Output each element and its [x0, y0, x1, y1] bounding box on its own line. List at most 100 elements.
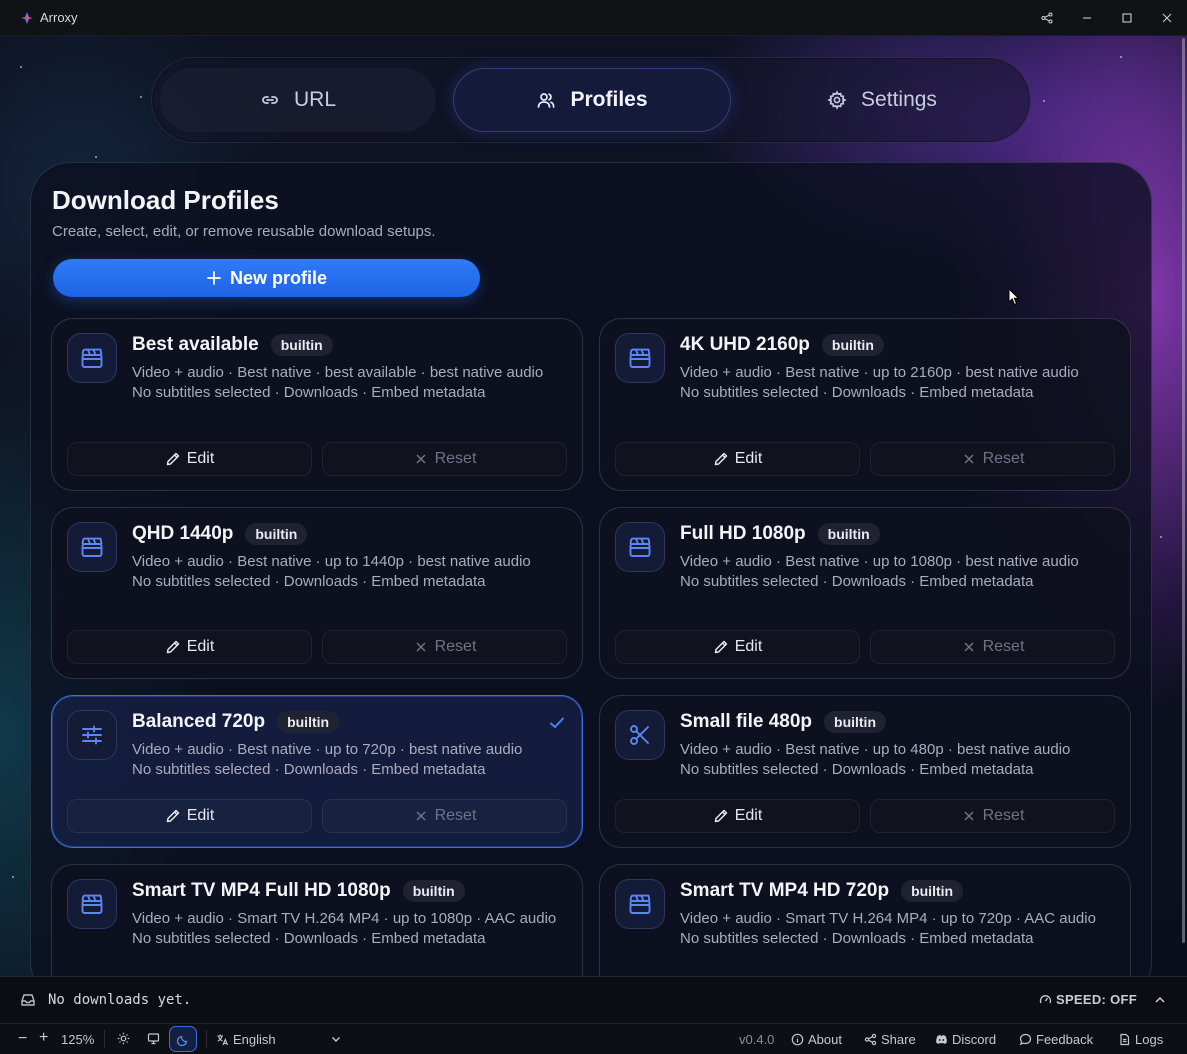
profile-description: Video + audio · Best native · up to 480p… [680, 740, 1110, 780]
profile-description: Video + audio · Best native · up to 1080… [680, 552, 1110, 592]
discord-link[interactable]: Discord [935, 1032, 996, 1047]
maximize-button[interactable] [1107, 0, 1147, 36]
clapperboard-icon [67, 333, 117, 383]
app-title: Arroxy [40, 10, 78, 25]
edit-button[interactable]: Edit [67, 630, 312, 664]
profile-options-line: No subtitles selected · Downloads · Embe… [132, 384, 486, 401]
profile-options-line: No subtitles selected · Downloads · Embe… [132, 761, 486, 778]
scrollbar[interactable] [1182, 38, 1185, 943]
sliders-icon [67, 710, 117, 760]
reset-button[interactable]: Reset [870, 442, 1115, 476]
about-link[interactable]: About [791, 1032, 842, 1047]
share-window-button[interactable] [1027, 0, 1067, 36]
edit-label: Edit [734, 450, 763, 467]
edit-button[interactable]: Edit [67, 799, 312, 833]
chevron-down-icon[interactable] [330, 1033, 342, 1045]
theme-dark-button[interactable] [169, 1026, 197, 1052]
new-profile-button[interactable]: New profile [53, 259, 480, 297]
edit-label: Edit [734, 807, 763, 824]
zoom-out-button[interactable]: − [18, 1030, 27, 1048]
gauge-icon [1039, 995, 1052, 1004]
profile-card[interactable]: 4K UHD 2160p builtin Video + audio · Best … [599, 318, 1131, 491]
feedback-link[interactable]: Feedback [1019, 1032, 1093, 1047]
profile-name: Smart TV MP4 HD 720p [680, 880, 890, 901]
share-link[interactable]: Share [864, 1032, 916, 1047]
profile-name-row: Balanced 720p builtin [132, 711, 340, 733]
builtin-badge: builtin [277, 711, 340, 733]
profile-description: Video + audio · Best native · up to 2160… [680, 363, 1110, 403]
info-icon [791, 1033, 804, 1046]
share-label: Share [881, 1032, 916, 1047]
edit-label: Edit [186, 450, 215, 467]
language-label: English [233, 1032, 276, 1047]
share-icon [1041, 12, 1053, 24]
reset-label: Reset [982, 807, 1025, 824]
edit-button[interactable]: Edit [67, 442, 312, 476]
edit-button[interactable]: Edit [615, 442, 860, 476]
version-label: v0.4.0 [739, 1032, 775, 1047]
profile-options-line: No subtitles selected · Downloads · Embe… [132, 930, 486, 947]
profile-card[interactable]: Small file 480p builtin Video + audio · Be… [599, 695, 1131, 848]
close-button[interactable] [1147, 0, 1187, 36]
profile-card[interactable]: Balanced 720p builtin Video + audio · Best… [51, 695, 583, 848]
profile-name: Best available [132, 334, 259, 355]
profile-options-line: No subtitles selected · Downloads · Embe… [680, 761, 1034, 778]
language-select[interactable]: English [216, 1032, 276, 1047]
profile-description: Video + audio · Best native · up to 1440… [132, 552, 562, 592]
edit-button[interactable]: Edit [615, 799, 860, 833]
reset-label: Reset [434, 638, 477, 655]
pencil-icon [714, 809, 727, 823]
bottom-toolbar: − + 125% English v0.4.0 About Share Disc… [0, 1023, 1187, 1054]
profile-name: Small file 480p [680, 711, 813, 732]
edit-button[interactable]: Edit [615, 630, 860, 664]
zoom-level: 125% [61, 1032, 95, 1047]
chevron-up-icon[interactable] [1153, 993, 1167, 1007]
pencil-icon [166, 640, 179, 654]
zoom-in-button[interactable]: + [39, 1029, 48, 1047]
reset-button[interactable]: Reset [322, 799, 567, 833]
page-title: Download Profiles [52, 185, 279, 215]
pencil-icon [166, 452, 179, 466]
profile-card[interactable]: Full HD 1080p builtin Video + audio · Best… [599, 507, 1131, 679]
tab-settings[interactable]: Settings [742, 68, 1022, 132]
reset-button[interactable]: Reset [870, 630, 1115, 664]
profile-options-line: No subtitles selected · Downloads · Embe… [680, 384, 1034, 401]
tab-url-label: URL [293, 88, 336, 111]
builtin-badge: builtin [402, 880, 465, 902]
speed-limit-toggle[interactable]: SPEED: OFF [1039, 992, 1137, 1007]
clapperboard-icon [67, 879, 117, 929]
reset-button[interactable]: Reset [870, 799, 1115, 833]
profile-description: Video + audio · Smart TV H.264 MP4 · up … [132, 909, 562, 949]
profile-description: Video + audio · Smart TV H.264 MP4 · up … [680, 909, 1110, 949]
tab-url[interactable]: URL [160, 68, 436, 132]
x-icon [964, 811, 974, 821]
logs-link[interactable]: Logs [1118, 1032, 1163, 1047]
profile-card[interactable]: QHD 1440p builtin Video + audio · Best nat… [51, 507, 583, 679]
builtin-badge: builtin [821, 334, 884, 356]
tab-profiles[interactable]: Profiles [453, 68, 731, 132]
profile-format-line: Video + audio · Best native · up to 480p… [680, 741, 1071, 758]
x-icon [416, 642, 426, 652]
profile-name: 4K UHD 2160p [680, 334, 810, 355]
edit-label: Edit [186, 638, 215, 655]
theme-light-button[interactable] [117, 1032, 130, 1045]
profile-format-line: Video + audio · Best native · up to 2160… [680, 364, 1079, 381]
builtin-badge: builtin [901, 880, 964, 902]
reset-button[interactable]: Reset [322, 442, 567, 476]
reset-button[interactable]: Reset [322, 630, 567, 664]
status-bar: No downloads yet. SPEED: OFF [0, 976, 1187, 1023]
profile-name-row: Smart TV MP4 Full HD 1080p builtin [132, 880, 465, 902]
profile-name-row: Full HD 1080p builtin [680, 523, 880, 545]
theme-system-button[interactable] [147, 1032, 160, 1045]
reset-label: Reset [434, 807, 477, 824]
profile-card[interactable]: Best available builtin Video + audio · Bes… [51, 318, 583, 491]
file-text-icon [1120, 1033, 1130, 1046]
logs-label: Logs [1135, 1032, 1164, 1047]
about-label: About [808, 1032, 842, 1047]
pencil-icon [166, 809, 179, 823]
moon-icon [176, 1035, 187, 1046]
minimize-icon [1083, 17, 1091, 19]
builtin-badge: builtin [824, 711, 887, 733]
minimize-button[interactable] [1067, 0, 1107, 36]
tab-profiles-label: Profiles [570, 88, 648, 111]
